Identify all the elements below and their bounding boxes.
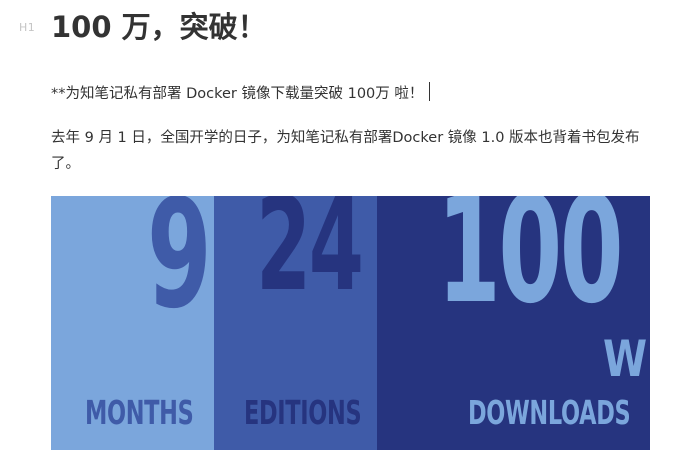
paragraph-announcement-text: **为知笔记私有部署 Docker 镜像下载量突破 100万 啦！ <box>51 86 424 102</box>
downloads-label: DOWNLOADS <box>468 393 631 432</box>
heading-level-marker: H1 <box>19 21 36 34</box>
months-label: MONTHS <box>85 393 194 432</box>
editions-label: EDITIONS <box>244 393 362 432</box>
editions-number: 24 <box>256 196 364 320</box>
markdown-editor[interactable]: H1 100 万，突破！ **为知笔记私有部署 Docker 镜像下载量突破 1… <box>0 0 694 474</box>
page-heading[interactable]: 100 万，突破！ <box>51 6 267 48</box>
milestone-banner-image: 9 24 100 W MONTHS EDITIONS DOWNLOADS <box>51 196 650 450</box>
downloads-number: 100 <box>437 196 624 336</box>
downloads-unit: W <box>603 330 648 388</box>
text-cursor <box>429 82 431 101</box>
months-number: 9 <box>147 196 212 342</box>
paragraph-announcement[interactable]: **为知笔记私有部署 Docker 镜像下载量突破 100万 啦！ <box>51 81 431 107</box>
paragraph-history[interactable]: 去年 9 月 1 日，全国开学的日子，为知笔记私有部署Docker 镜像 1.0… <box>51 125 651 177</box>
